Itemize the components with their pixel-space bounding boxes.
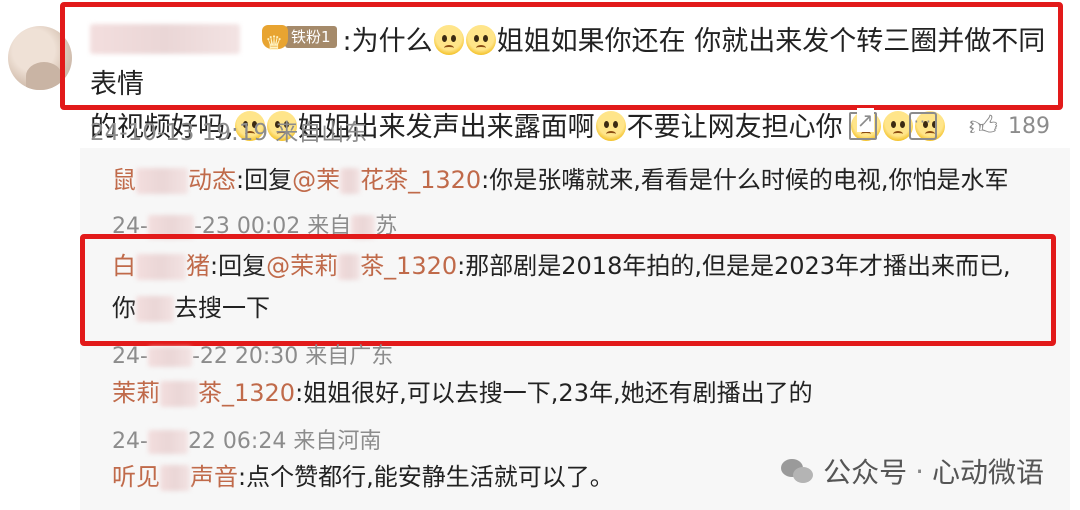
reply-item: 白猪:回复@茉莉 茶_1320:那部剧是2018年拍的,但是是2023年才播出来而… [112,246,1011,286]
reply-username[interactable]: 鼠动态 [112,166,236,194]
comment-icon[interactable] [908,112,937,140]
like-icon[interactable]: 👍︎ [969,112,998,140]
reply-text: :回复 [236,166,293,194]
reply-item-continued: 你去搜一下 [112,294,270,322]
like-count: 189 [1008,113,1050,139]
wechat-icon [781,457,815,485]
reply-text: :点个赞都行,能安静生活就可以了。 [238,463,614,491]
reply-username[interactable]: 白猪 [112,252,210,280]
watermark-dot: · [915,454,924,488]
reply-username[interactable]: 听见 声音 [112,463,238,491]
reply-timestamp: 24- -22 20:30 来自广东 [112,344,394,369]
reply-username[interactable]: 茉莉 茶_1320 [112,379,295,407]
comment-actions: 👍︎ 189 [848,108,1050,140]
highlight-box-main [60,2,1063,110]
watermark-name: 心动微语 [931,456,1044,489]
watermark-prefix: 公众号 [823,456,908,489]
reply-item: 听见 声音:点个赞都行,能安静生活就可以了。 [112,457,614,497]
reply-mention[interactable]: @茉莉 茶_1320 [266,252,457,280]
share-icon[interactable] [848,108,877,140]
reply-text: :你是张嘴就来,看看是什么时候的电视,你怕是水军 [481,166,1009,194]
reply-text: :回复 [210,252,267,280]
reply-item: 茉莉 茶_1320:姐姐很好,可以去搜一下,23年,她还有剧播出了的 [112,373,813,413]
sad-emoji-icon [595,111,626,141]
reply-text: :那部剧是2018年拍的,但是是2023年才播出来而已, [457,252,1011,280]
reply-item: 鼠动态:回复@茉 花茶_1320:你是张嘴就来,看看是什么时候的电视,你怕是水军 [112,160,1009,200]
watermark: 公众号 · 心动微语 [781,451,1044,491]
reply-text: :姐姐很好,可以去搜一下,23年,她还有剧播出了的 [295,379,813,407]
comment-text: 不要让网友担心你 [626,112,843,143]
reply-timestamp: 24- 22 06:24 来自河南 [112,429,382,454]
reply-mention[interactable]: @茉 花茶_1320 [292,166,481,194]
comment-timestamp: 24-10-13 19:19 来自山东 [90,120,368,146]
